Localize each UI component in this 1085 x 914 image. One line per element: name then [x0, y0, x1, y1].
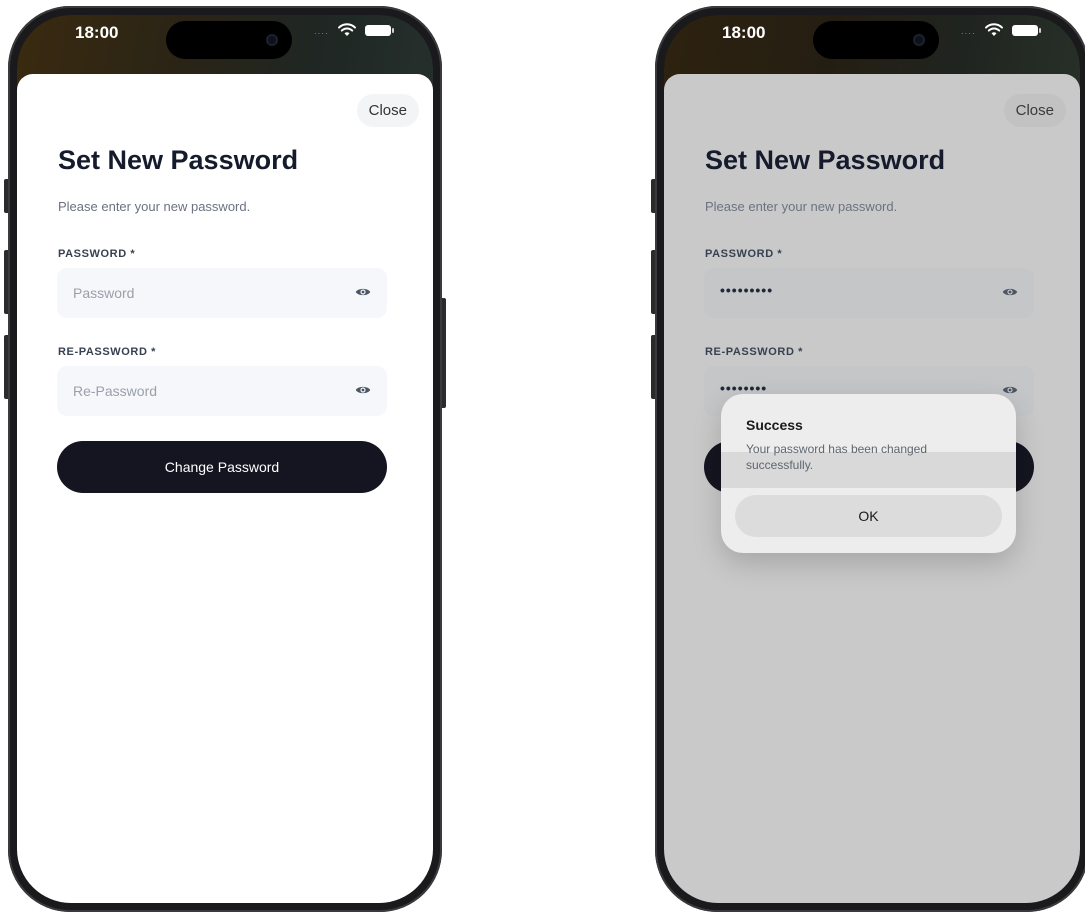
modal-sheet: Close Set New Password Please enter your…: [664, 74, 1080, 903]
signal-icon: ····: [961, 29, 976, 38]
repassword-placeholder: Re-Password: [73, 383, 158, 399]
close-button[interactable]: Close: [1003, 94, 1066, 127]
battery-icon: [1012, 25, 1041, 36]
page-title: Set New Password: [58, 145, 299, 175]
repassword-input[interactable]: Re-Password: [57, 366, 387, 416]
phone-screen: 18:00 ···· Close Set New Password Please…: [664, 15, 1080, 903]
password-label: PASSWORD *: [58, 248, 136, 260]
password-value: •••••••••: [720, 282, 774, 298]
wifi-icon: [985, 23, 1003, 36]
phone-left: 18:00 ···· Close Set New Password Please…: [4, 6, 446, 912]
password-label: PASSWORD *: [705, 248, 783, 260]
phone-screen: 18:00 ···· Close Set New Password Please…: [17, 15, 433, 903]
password-placeholder: Password: [73, 285, 135, 301]
page-title: Set New Password: [705, 145, 946, 175]
battery-icon: [365, 25, 394, 36]
eye-icon[interactable]: [1002, 384, 1018, 396]
password-input[interactable]: •••••••••: [704, 268, 1034, 318]
success-alert: Success Your password has been changed s…: [721, 394, 1016, 553]
dynamic-island: [166, 21, 292, 59]
phone-right: 18:00 ···· Close Set New Password Please…: [651, 6, 1085, 912]
alert-title: Success: [746, 417, 803, 433]
signal-icon: ····: [314, 29, 329, 38]
status-time: 18:00: [75, 23, 119, 42]
eye-icon[interactable]: [1002, 286, 1018, 298]
status-time: 18:00: [722, 23, 766, 42]
page-subtitle: Please enter your new password.: [58, 199, 251, 214]
repassword-label: RE-PASSWORD *: [58, 346, 157, 358]
camera-icon: [913, 34, 925, 46]
change-password-button[interactable]: Change Password: [57, 441, 387, 493]
status-bar: 18:00 ····: [17, 15, 433, 75]
alert-message: Your password has been changed successfu…: [746, 442, 928, 472]
camera-icon: [266, 34, 278, 46]
page-subtitle: Please enter your new password.: [705, 199, 898, 214]
eye-icon[interactable]: [355, 384, 371, 396]
ok-button[interactable]: OK: [735, 495, 1002, 537]
status-bar: 18:00 ····: [664, 15, 1080, 75]
eye-icon[interactable]: [355, 286, 371, 298]
dynamic-island: [813, 21, 939, 59]
close-button[interactable]: Close: [356, 94, 419, 127]
phone-frame: 18:00 ···· Close Set New Password Please…: [8, 6, 442, 912]
phone-frame: 18:00 ···· Close Set New Password Please…: [655, 6, 1085, 912]
wifi-icon: [338, 23, 356, 36]
password-input[interactable]: Password: [57, 268, 387, 318]
repassword-label: RE-PASSWORD *: [705, 346, 804, 358]
modal-sheet: Close Set New Password Please enter your…: [17, 74, 433, 903]
